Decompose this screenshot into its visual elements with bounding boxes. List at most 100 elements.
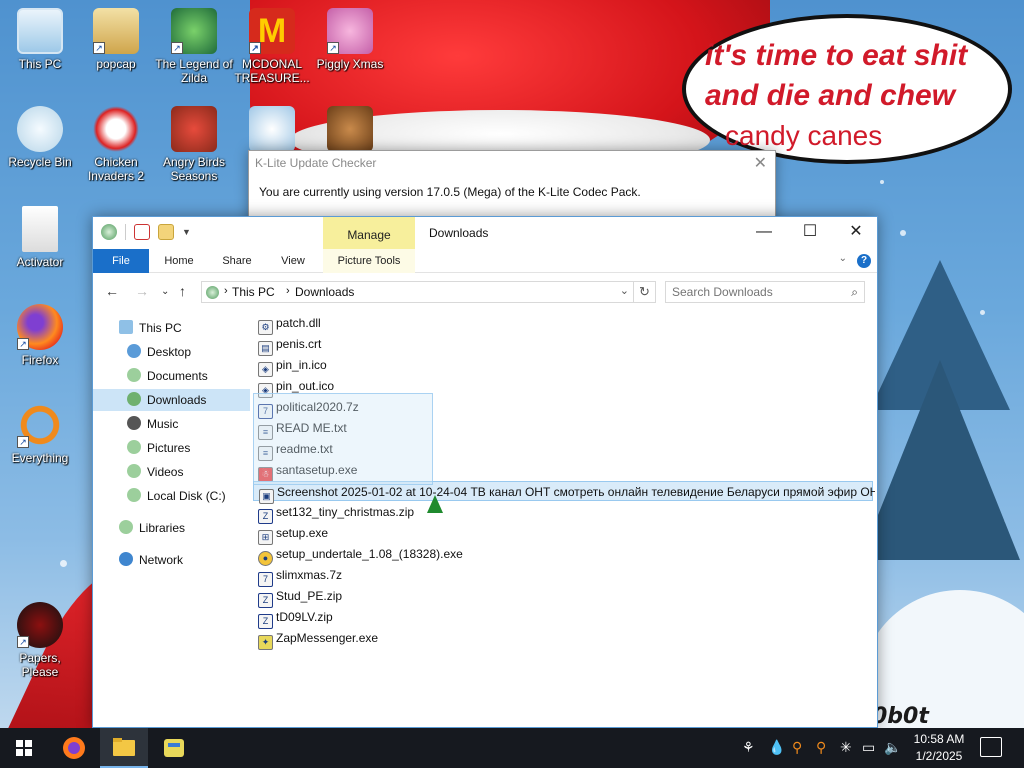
search-input[interactable] [666,282,836,302]
desktop-icon-everything[interactable]: ↗ Everything [0,402,80,465]
properties-icon[interactable] [134,224,150,240]
desktop-icon-activator[interactable]: Activator [0,206,80,269]
list-item[interactable]: ⊞ setup.exe [253,523,328,545]
taskbar-zap-messenger[interactable] [150,728,198,768]
shortcut-arrow-icon: ↗ [249,42,261,54]
up-arrow-icon[interactable]: ↑ [179,283,186,299]
ribbon-tabs: File Home Share View Picture Tools ⌄ ? [93,249,877,273]
file-name: Screenshot 2025-01-02 at 10-24-04 ТВ кан… [277,485,875,499]
address-bar[interactable]: › This PC › Downloads ⌄ [201,281,634,303]
music-folder-icon [127,416,141,430]
this-pc-icon [119,320,133,334]
refresh-icon[interactable]: ↻ [634,281,656,303]
firefox-icon: ↗ [17,304,63,350]
search-icon: ⌕ [851,285,858,299]
tray-everything-icon[interactable]: ⚲ [792,740,802,756]
list-item[interactable]: ● setup_undertale_1.08_(18328).exe [253,544,463,566]
documents-folder-icon [127,368,141,382]
tab-manage[interactable]: Manage [323,217,415,249]
search-box[interactable]: ⌕ [665,281,865,303]
desktop-icon-popcap[interactable]: ↗ popcap [76,8,156,71]
tab-share[interactable]: Share [215,249,259,273]
minimize-button[interactable]: — [741,217,787,249]
desktop-icon-papers-please[interactable]: ↗ Papers, Please [0,602,80,679]
list-item[interactable]: ▤ penis.crt [253,334,322,356]
disk-drive-icon [127,488,141,502]
list-item[interactable]: ◈ pin_in.ico [253,355,327,377]
klite-dialog-message: You are currently using version 17.0.5 (… [259,185,641,199]
recent-locations-chevron-icon[interactable]: ⌄ [161,286,169,297]
breadcrumb-this-pc[interactable]: This PC [232,285,275,299]
desktop-icon-label: Chicken Invaders 2 [87,155,145,183]
file-name: slimxmas.7z [276,568,343,582]
desktop-icon-teddy-bear[interactable] [310,106,390,155]
address-dropdown-chevron-icon[interactable]: ⌄ [620,284,629,297]
nav-item-documents[interactable]: Documents [93,365,250,387]
window-title: Downloads [429,226,489,240]
desktop-icon-angry-birds[interactable]: Angry Birds Seasons [154,106,234,183]
tab-file[interactable]: File [93,249,149,273]
list-item[interactable]: ⚙ patch.dll [253,313,321,335]
start-button[interactable] [0,728,48,768]
snowman-icon [249,106,295,152]
nav-item-music[interactable]: Music [93,413,250,435]
taskbar-clock[interactable]: 10:58 AM 1/2/2025 [906,731,972,765]
back-arrow-icon[interactable]: ← [105,283,119,299]
chicken-icon [93,106,139,152]
desktop-icon-snowman[interactable] [232,106,312,155]
tab-picture-tools[interactable]: Picture Tools [323,249,415,273]
new-folder-icon[interactable] [158,224,174,240]
list-item[interactable]: Z Stud_PE.zip [253,586,342,608]
tray-network-people-icon[interactable]: ⚘ [742,740,755,756]
explorer-app-icon[interactable] [101,224,117,240]
nav-item-this-pc[interactable]: This PC [93,317,250,339]
desktop-icon-piggly-xmas[interactable]: ↗ Piggly Xmas [310,8,390,71]
nav-item-videos[interactable]: Videos [93,461,250,483]
desktop-icon-label: Papers, Please [19,651,61,679]
downloads-folder-icon [127,392,141,406]
close-button[interactable]: ✕ [833,217,879,249]
nav-item-libraries[interactable]: Libraries [93,517,250,539]
expand-ribbon-chevron-icon[interactable]: ⌄ [839,253,847,264]
file-name: penis.crt [276,337,322,351]
nav-item-local-disk[interactable]: Local Disk (C:) [93,485,250,507]
desktop-icon-recycle-bin[interactable]: Recycle Bin [0,106,80,169]
breadcrumb-downloads[interactable]: Downloads [295,285,354,299]
videos-folder-icon [127,464,141,478]
file-name: set132_tiny_christmas.zip [276,505,415,519]
bubble-line-1: it's time to eat shit [705,39,968,72]
taskbar-firefox[interactable] [50,728,98,768]
maximize-button[interactable]: ☐ [787,217,833,249]
notification-center-icon[interactable] [980,737,1002,757]
tray-network-icon[interactable]: ▭ [862,740,875,756]
tray-volume-muted-icon[interactable]: 🔈 [884,740,901,756]
help-icon[interactable]: ? [857,254,871,268]
tab-home[interactable]: Home [157,249,201,273]
list-item[interactable]: 7 slimxmas.7z [253,565,343,587]
customize-toolbar-chevron-icon[interactable]: ▼ [182,227,191,237]
file-name: patch.dll [276,316,321,330]
tray-drop-icon[interactable]: 💧 [768,740,785,756]
tab-view[interactable]: View [271,249,315,273]
desktop-icon-label: Piggly Xmas [316,57,384,71]
nav-item-label: Pictures [147,441,191,455]
desktop-icon-firefox[interactable]: ↗ Firefox [0,304,80,367]
nav-item-downloads[interactable]: Downloads [93,389,250,411]
close-icon[interactable]: ✕ [754,153,767,172]
list-item[interactable]: Zset132_tiny_christmas.zip [253,502,415,524]
forward-arrow-icon[interactable]: → [135,283,149,299]
desktop-icon-this-pc[interactable]: This PC [0,8,80,71]
desktop-icon-label: Activator [16,255,64,269]
desktop-icon-chicken-invaders[interactable]: Chicken Invaders 2 [76,106,156,183]
desktop-icon-mcdonal-treasure[interactable]: M ↗ MCDONAL TREASURE... [232,8,312,85]
tray-snowflake-icon[interactable]: ✳ [840,740,852,756]
nav-item-pictures[interactable]: Pictures [93,437,250,459]
taskbar-file-explorer[interactable] [100,728,148,768]
desktop-icon-legend-of-zilda[interactable]: ↗ The Legend of Zilda [154,8,234,85]
nav-item-network[interactable]: Network [93,549,250,571]
list-item[interactable]: ✦ ZapMessenger.exe [253,628,378,650]
tray-everything-icon[interactable]: ⚲ [816,740,826,756]
list-item[interactable]: ZtD09LV.zip [253,607,333,629]
file-icon [22,206,58,252]
nav-item-desktop[interactable]: Desktop [93,341,250,363]
